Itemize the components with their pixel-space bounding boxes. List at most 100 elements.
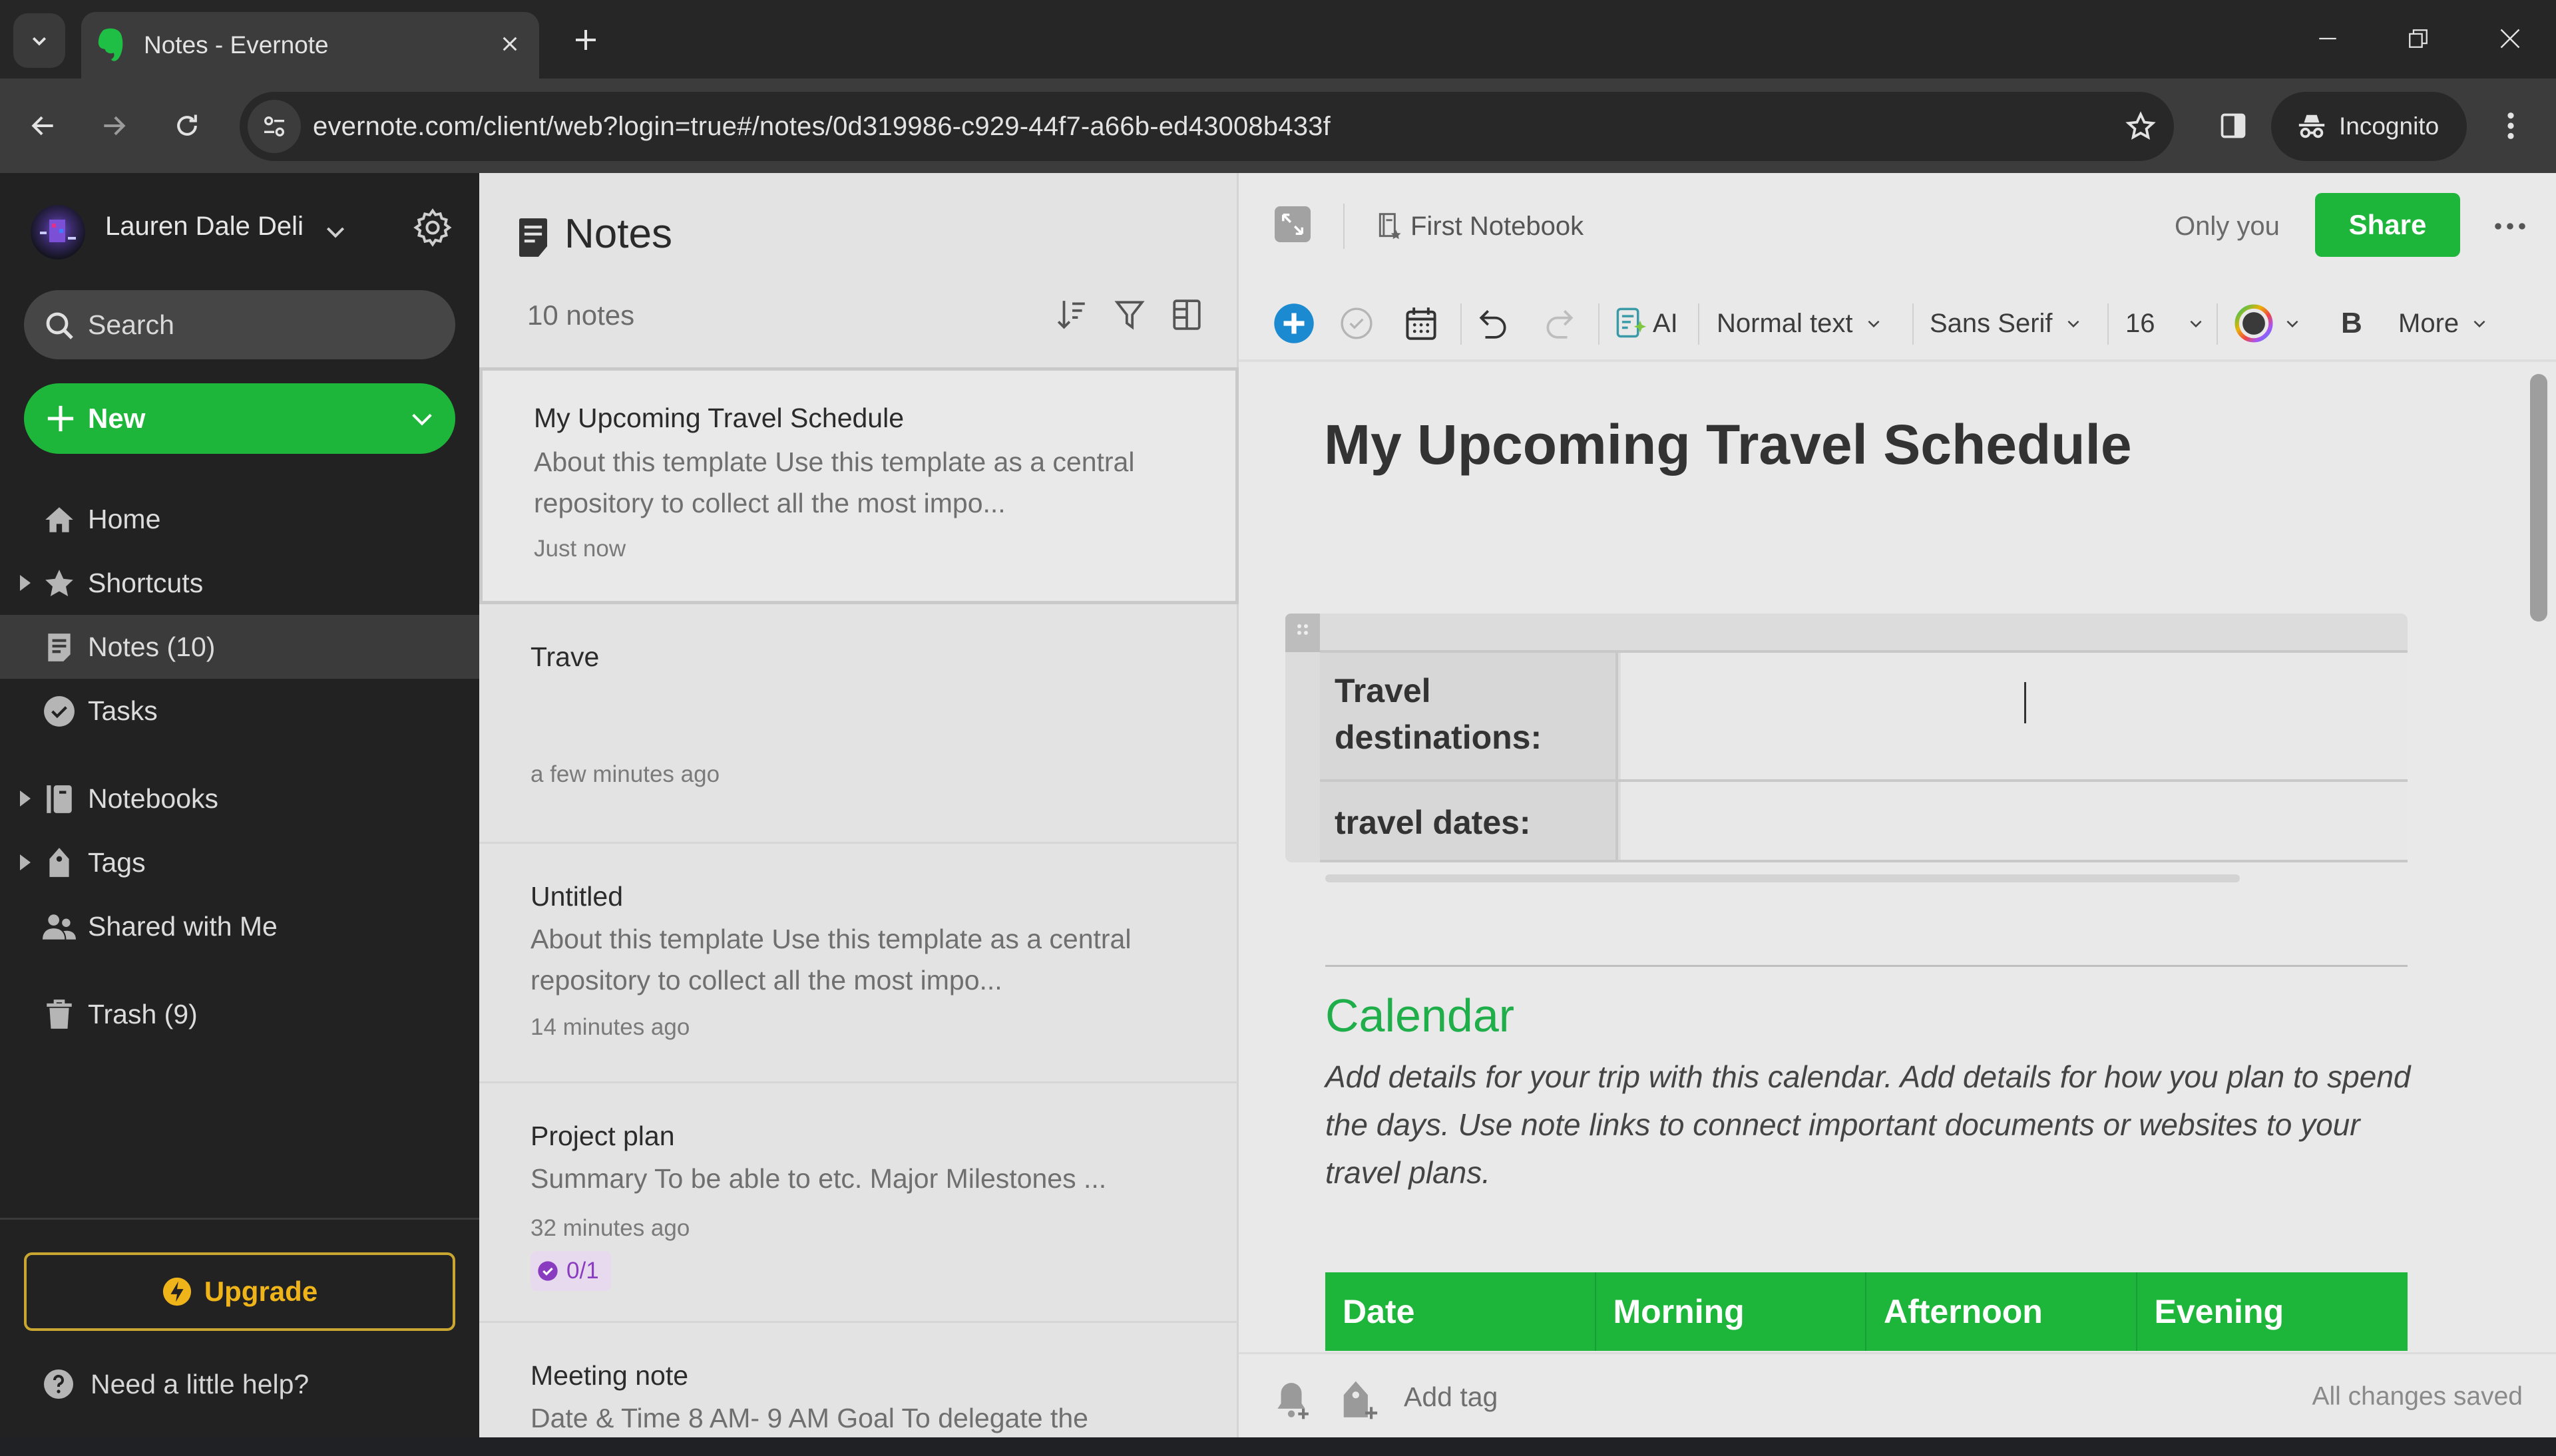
text-style-dropdown[interactable]: Normal text	[1717, 299, 1882, 347]
chevron-down-icon[interactable]	[322, 218, 349, 245]
editor-vertical-scrollbar[interactable]	[2530, 374, 2547, 622]
account-name[interactable]: Lauren Dale Deli	[105, 212, 304, 242]
incognito-indicator[interactable]: Incognito	[2271, 92, 2467, 161]
sidebar-item-trash[interactable]: Trash (9)	[0, 982, 479, 1046]
sort-button[interactable]	[1052, 294, 1093, 335]
sidebar-item-tasks[interactable]: Tasks	[0, 679, 479, 743]
minimize-button[interactable]	[2298, 15, 2358, 63]
note-title-heading[interactable]: My Upcoming Travel Schedule	[1324, 413, 2132, 477]
caret-right-icon[interactable]	[20, 575, 31, 591]
calendar-column-morning[interactable]: Morning	[1596, 1272, 1866, 1351]
tag-icon	[49, 848, 69, 877]
text-color-dropdown[interactable]	[2235, 299, 2301, 347]
table-horizontal-scrollbar[interactable]	[1325, 874, 2240, 882]
sidebar-item-home[interactable]: Home	[0, 487, 479, 551]
calendar-column-date[interactable]: Date	[1325, 1272, 1596, 1351]
restore-button[interactable]	[2388, 15, 2448, 63]
sidebar-item-label: Tags	[88, 847, 146, 878]
table-row: Travel destinations:	[1320, 650, 2408, 779]
bold-button[interactable]: B	[2341, 299, 2362, 347]
new-note-button[interactable]: New	[24, 383, 455, 454]
gear-icon[interactable]	[411, 206, 454, 249]
insert-button[interactable]	[1273, 299, 1315, 347]
help-link[interactable]: Need a little help?	[43, 1364, 309, 1404]
filter-button[interactable]	[1109, 294, 1150, 335]
ai-button[interactable]: AI	[1615, 299, 1678, 347]
notebook-icon	[47, 785, 72, 813]
view-options-button[interactable]	[1166, 294, 1207, 335]
notebook-breadcrumb[interactable]: First Notebook	[1377, 206, 1584, 246]
font-size-dropdown[interactable]: 16	[2125, 299, 2205, 347]
undo-button[interactable]	[1477, 299, 1510, 347]
new-tab-button[interactable]	[566, 20, 606, 60]
table-value-cell[interactable]	[1621, 782, 2408, 860]
divider	[1343, 204, 1345, 249]
note-date: Just now	[534, 536, 626, 562]
side-panel-button[interactable]	[2206, 98, 2260, 153]
note-snippet: Summary To be able to etc. Major Milesto…	[531, 1163, 1107, 1194]
undo-icon	[1479, 309, 1506, 339]
bookmark-button[interactable]	[2121, 106, 2161, 146]
table-value-cell[interactable]	[1621, 653, 2408, 779]
note-list-item[interactable]: Untitled About this template Use this te…	[479, 844, 1239, 1083]
note-list-item[interactable]: My Upcoming Travel Schedule About this t…	[479, 367, 1239, 604]
divider	[1698, 303, 1699, 345]
side-panel-icon	[2221, 113, 2246, 138]
chevron-down-icon	[2067, 320, 2079, 328]
avatar[interactable]	[31, 205, 85, 260]
caret-right-icon[interactable]	[20, 791, 31, 807]
note-list-item[interactable]: Trave a few minutes ago	[479, 604, 1239, 844]
note-list-item[interactable]: Project plan Summary To be able to etc. …	[479, 1083, 1239, 1323]
notebook-name: First Notebook	[1410, 211, 1584, 241]
add-tag-input[interactable]: Add tag	[1404, 1354, 1498, 1439]
forward-button[interactable]	[87, 98, 141, 153]
note-icon	[519, 218, 547, 257]
sidebar-item-notebooks[interactable]: Notebooks	[0, 767, 479, 830]
note-list-item[interactable]: Meeting note Date & Time 8 AM- 9 AM Goal…	[479, 1323, 1239, 1456]
bold-label: B	[2341, 307, 2362, 339]
sidebar-item-tags[interactable]: Tags	[0, 830, 479, 894]
formatting-toolbar: AI Normal text Sans Serif 16 B More	[1239, 285, 2556, 362]
redo-button[interactable]	[1542, 299, 1576, 347]
minimize-icon	[2319, 37, 2336, 40]
sidebar-item-shared-with-me[interactable]: Shared with Me	[0, 894, 479, 958]
plus-circle-icon	[1274, 303, 1314, 343]
sidebar-item-shortcuts[interactable]: Shortcuts	[0, 551, 479, 615]
reminder-add-icon[interactable]	[1271, 1379, 1312, 1421]
close-window-button[interactable]	[2480, 15, 2540, 63]
checklist-button[interactable]	[1340, 299, 1373, 347]
search-input[interactable]: Search	[24, 290, 455, 359]
table-key-cell[interactable]: Travel destinations:	[1320, 653, 1618, 779]
tab-close-button[interactable]	[495, 29, 525, 59]
calendar-column-evening[interactable]: Evening	[2137, 1272, 2408, 1351]
font-family-dropdown[interactable]: Sans Serif	[1930, 299, 2082, 347]
tag-add-icon[interactable]	[1339, 1379, 1380, 1421]
calendar-column-afternoon[interactable]: Afternoon	[1866, 1272, 2137, 1351]
reload-button[interactable]	[160, 98, 214, 153]
expand-note-button[interactable]	[1275, 206, 1311, 242]
more-formatting-dropdown[interactable]: More	[2398, 299, 2488, 347]
url-text[interactable]: evernote.com/client/web?login=true#/note…	[313, 92, 1331, 161]
upgrade-button[interactable]: Upgrade	[24, 1252, 455, 1331]
kebab-icon	[2507, 112, 2514, 139]
tab-search-button[interactable]	[13, 13, 65, 68]
chevron-down-icon[interactable]	[409, 406, 435, 433]
insert-date-button[interactable]	[1405, 299, 1437, 347]
table-key-cell[interactable]: travel dates:	[1320, 782, 1618, 860]
table-drag-handle[interactable]	[1285, 614, 1320, 652]
new-label: New	[88, 403, 146, 434]
caret-right-icon[interactable]	[20, 854, 31, 870]
arrow-left-icon	[31, 116, 53, 136]
help-icon	[44, 1369, 73, 1399]
share-button[interactable]: Share	[2315, 193, 2460, 257]
browser-tab[interactable]: Notes - Evernote	[81, 12, 539, 79]
more-actions-button[interactable]	[2490, 206, 2530, 246]
site-info-button[interactable]	[248, 100, 301, 153]
divider	[2107, 303, 2109, 345]
sidebar-item-notes[interactable]: Notes (10)	[0, 615, 479, 679]
back-button[interactable]	[16, 98, 71, 153]
arrow-right-icon	[104, 116, 126, 136]
home-icon	[45, 507, 73, 532]
browser-menu-button[interactable]	[2487, 98, 2535, 153]
address-bar[interactable]: evernote.com/client/web?login=true#/note…	[240, 92, 2174, 161]
